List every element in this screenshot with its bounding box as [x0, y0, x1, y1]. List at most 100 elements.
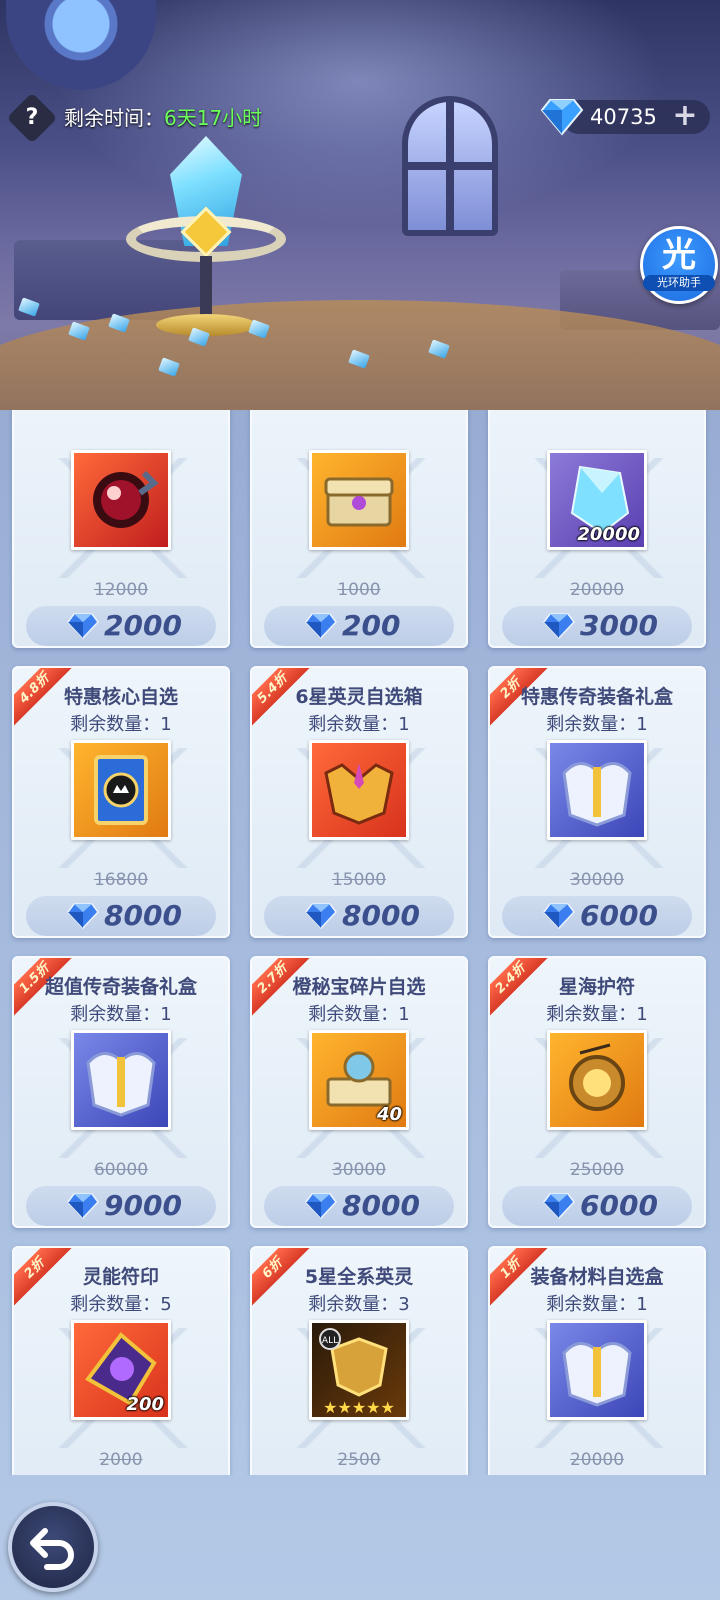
original-price: 25000	[569, 1160, 625, 1180]
add-diamond-button[interactable]: +	[670, 101, 700, 132]
crystal-icon: 20000	[547, 450, 647, 550]
buy-button[interactable]: 8000	[26, 896, 216, 936]
armor-icon	[547, 1320, 647, 1420]
crystal-pedestal-art	[126, 136, 286, 346]
buy-button[interactable]: 2000	[26, 606, 216, 646]
buy-button[interactable]: 9000	[26, 1186, 216, 1226]
sale-price: 6000	[580, 1189, 658, 1222]
original-price: 20000	[569, 580, 625, 600]
help-icon: ?	[25, 105, 39, 130]
banner-scene	[0, 0, 720, 410]
diamond-balance: 40735 +	[540, 96, 710, 136]
diamond-amount: 40735	[590, 105, 657, 129]
diamond-icon	[543, 903, 575, 930]
chest-icon	[309, 450, 409, 550]
original-price: 20000	[569, 1450, 625, 1470]
item-quantity: 20000	[577, 524, 640, 545]
remaining-quantity: 剩余数量：3	[308, 1294, 410, 1315]
buy-button[interactable]: 6000	[502, 1186, 692, 1226]
original-price: 1000	[337, 580, 381, 600]
shop-item-card[interactable]: 6折5星全系英灵剩余数量：3ALL★★★★★25001500	[250, 1246, 468, 1475]
item-name: 超值传奇装备礼盒	[44, 976, 197, 998]
item-name: 橙秘宝碎片自选	[292, 976, 426, 998]
remaining-quantity: 剩余数量：1	[546, 1004, 648, 1025]
mask-icon	[309, 740, 409, 840]
sale-price: 200	[342, 609, 401, 642]
diamond-icon	[67, 903, 99, 930]
diamond-icon	[305, 903, 337, 930]
item-quantity: 40	[376, 1104, 402, 1125]
diamond-icon	[67, 613, 99, 640]
item-name: 特惠传奇装备礼盒	[520, 686, 673, 708]
diamond-icon	[305, 613, 337, 640]
buy-button[interactable]: 6000	[502, 896, 692, 936]
remaining-quantity: 剩余数量：1	[70, 1004, 172, 1025]
timer-value: 6天17小时	[164, 106, 263, 130]
original-price: 30000	[331, 1160, 387, 1180]
hero-all-icon: ALL ★★★★★	[309, 1320, 409, 1420]
sale-price: 9000	[104, 1189, 182, 1222]
item-name: 6星英灵自选箱	[295, 686, 423, 708]
svg-text:ALL: ALL	[322, 1336, 338, 1346]
arched-window-decoration	[402, 96, 498, 236]
orb-icon	[71, 450, 171, 550]
buy-button[interactable]: 200	[264, 606, 454, 646]
relic-icon: 40	[309, 1030, 409, 1130]
timer-label: 剩余时间：	[64, 106, 164, 130]
product-grid: 12000 2000 1000 200 20000 20000 3000 4.8折 特惠核心自选…	[12, 410, 712, 1475]
sale-price: 6000	[580, 899, 658, 932]
sale-price: 8000	[104, 899, 182, 932]
item-name: 5星全系英灵	[304, 1266, 414, 1288]
remaining-quantity: 剩余数量：1	[70, 714, 172, 735]
amulet-icon	[547, 1030, 647, 1130]
shop-item-card[interactable]: 2折 特惠传奇装备礼盒 剩余数量：1 30000 6000	[488, 666, 706, 938]
shop-item-card[interactable]: 1.5折 超值传奇装备礼盒 剩余数量：1 60000 9000	[12, 956, 230, 1228]
shop-item-card[interactable]: 5.4折 6星英灵自选箱 剩余数量：1 15000 8000	[250, 666, 468, 938]
shop-item-card[interactable]: 1000 200	[250, 410, 468, 648]
original-price: 12000	[93, 580, 149, 600]
remaining-quantity: 剩余数量：5	[70, 1294, 172, 1315]
buy-button[interactable]: 3000	[502, 606, 692, 646]
remaining-quantity: 剩余数量：1	[308, 714, 410, 735]
rune-icon: 200	[71, 1320, 171, 1420]
original-price: 60000	[93, 1160, 149, 1180]
original-price: 15000	[331, 870, 387, 890]
back-button[interactable]	[8, 1502, 98, 1592]
diamond-icon	[67, 1193, 99, 1220]
item-name: 装备材料自选盒	[530, 1266, 664, 1288]
svg-text:★★★★★: ★★★★★	[323, 1398, 395, 1417]
help-button[interactable]: ?	[6, 92, 58, 144]
item-quantity: 200	[126, 1394, 164, 1415]
sale-price: 8000	[342, 1189, 420, 1222]
item-name: 星海护符	[558, 976, 635, 998]
original-price: 16800	[93, 870, 149, 890]
diamond-icon	[540, 99, 584, 136]
sale-price: 8000	[342, 899, 420, 932]
shop-item-card[interactable]: 2.7折 橙秘宝碎片自选 剩余数量：1 40 30000 8000	[250, 956, 468, 1228]
shop-item-card[interactable]: 4.8折 特惠核心自选 剩余数量：1 16800 8000	[12, 666, 230, 938]
assistant-button[interactable]: 光 光环助手	[640, 226, 718, 304]
shop-item-card[interactable]: 1折装备材料自选盒剩余数量：1200002000	[488, 1246, 706, 1475]
remaining-quantity: 剩余数量：1	[546, 714, 648, 735]
shop-item-card[interactable]: 20000 20000 3000	[488, 410, 706, 648]
buy-button[interactable]: 8000	[264, 1186, 454, 1226]
rose-window-decoration	[6, 0, 156, 90]
shop-list[interactable]: 12000 2000 1000 200 20000 20000 3000 4.8折 特惠核心自选…	[0, 410, 720, 1475]
sale-price: 3000	[580, 609, 658, 642]
assistant-glyph: 光	[662, 235, 696, 275]
shop-item-card[interactable]: 2.4折 星海护符 剩余数量：1 25000 6000	[488, 956, 706, 1228]
buy-button[interactable]: 8000	[264, 896, 454, 936]
original-price: 2000	[99, 1450, 143, 1470]
sale-price: 2000	[104, 609, 182, 642]
item-name: 灵能符印	[82, 1266, 159, 1288]
diamond-icon	[543, 1193, 575, 1220]
assistant-caption: 光环助手	[643, 275, 715, 291]
shop-item-card[interactable]: 2折灵能符印剩余数量：52002000400	[12, 1246, 230, 1475]
diamond-icon	[543, 613, 575, 640]
remaining-quantity: 剩余数量：1	[308, 1004, 410, 1025]
remaining-time: 剩余时间：6天17小时	[64, 102, 262, 134]
item-name: 特惠核心自选	[63, 686, 178, 708]
armor-icon	[71, 1030, 171, 1130]
original-price: 30000	[569, 870, 625, 890]
shop-item-card[interactable]: 12000 2000	[12, 410, 230, 648]
